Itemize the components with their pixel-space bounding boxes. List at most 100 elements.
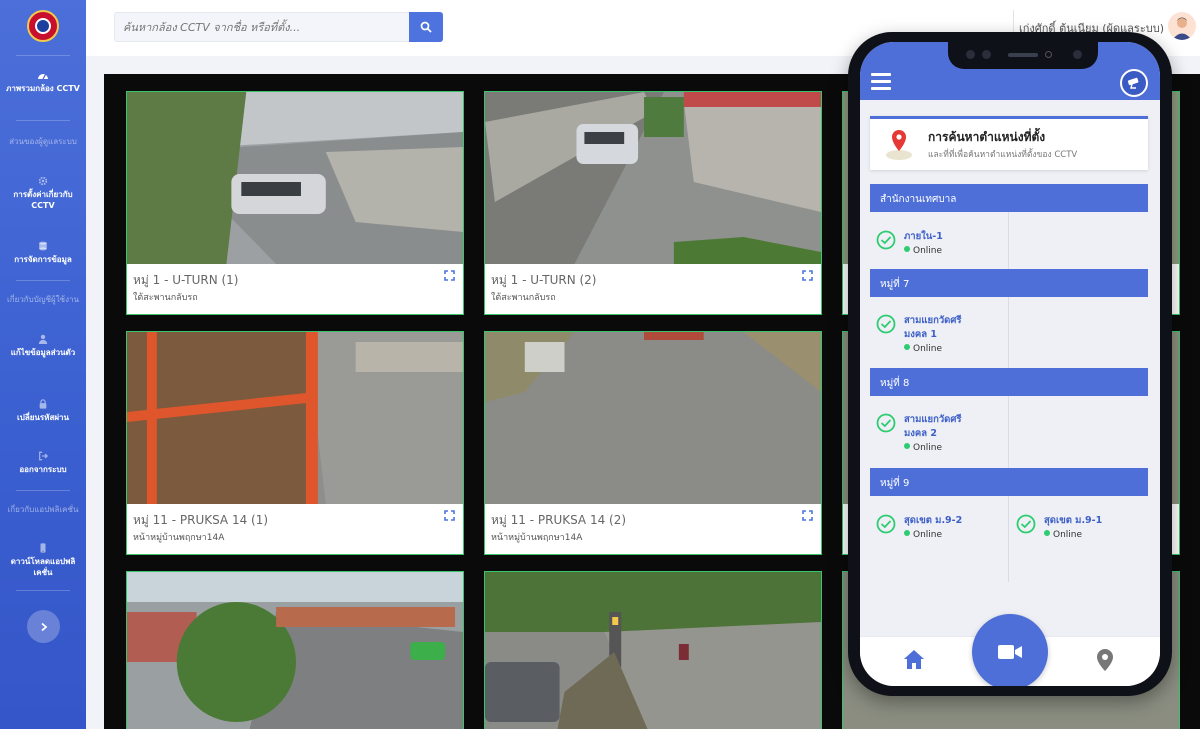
status-dot — [904, 344, 910, 350]
sidebar: ภาพรวมกล้อง CCTV ส่วนของผู้ดูแลระบบ การต… — [0, 0, 86, 729]
sidebar-item-label: การจัดการข้อมูล — [14, 255, 72, 264]
camera-feed-image[interactable] — [127, 92, 463, 264]
station-name: สามแยกวัดศรีมงคล 2 — [904, 414, 962, 439]
sign-out-icon — [39, 451, 48, 461]
municipality-logo[interactable] — [27, 10, 59, 42]
sidebar-item-label: เปลี่ยนรหัสผ่าน — [17, 413, 69, 422]
sidebar-divider — [16, 490, 70, 491]
station-status: Online — [1044, 530, 1082, 540]
sidebar-heading-label: เกี่ยวกับแอปพลิเคชั่น — [7, 505, 79, 514]
camera-title: หมู่ 11 - PRUKSA 14 (1) — [133, 513, 269, 527]
search-input[interactable] — [114, 12, 410, 42]
station-name: สุดเขต ม.9-2 — [904, 515, 963, 526]
station-status: Online — [904, 530, 942, 540]
check-circle-icon — [1016, 514, 1036, 534]
camera-feed-image[interactable] — [127, 572, 463, 729]
menu-icon[interactable] — [871, 73, 891, 90]
station-name: สามแยกวัดศรีมงคล 1 — [904, 315, 962, 340]
camera-feed-image[interactable] — [485, 92, 821, 264]
sidebar-heading-admin: ส่วนของผู้ดูแลระบบ — [4, 136, 82, 147]
section-header: หมู่ที่ 7 — [870, 269, 1148, 297]
map-pin-icon — [886, 130, 912, 160]
station-status: Online — [904, 246, 942, 256]
camera-title: หมู่ 11 - PRUKSA 14 (2) — [491, 513, 627, 527]
dashboard-icon — [38, 74, 48, 80]
map-marker-icon[interactable] — [1096, 648, 1114, 672]
sidebar-item-label: แก้ไขข้อมูลส่วนตัว — [10, 348, 76, 357]
camera-subtitle: ใต้สะพานกลับรถ — [133, 293, 198, 303]
sidebar-heading-label: ส่วนของผู้ดูแลระบบ — [9, 137, 77, 146]
sidebar-divider — [16, 120, 70, 121]
video-nav-button[interactable] — [972, 614, 1048, 686]
avatar-icon — [1172, 17, 1192, 40]
status-dot — [1044, 530, 1050, 536]
sidebar-heading-account: เกี่ยวกับบัญชีผู้ใช้งาน — [4, 294, 82, 305]
search-button[interactable] — [409, 12, 443, 42]
camera-card[interactable]: หมู่ 1 - U-TURN (2) ใต้สะพานกลับรถ — [484, 91, 822, 315]
sidebar-item-data-management[interactable]: การจัดการข้อมูล — [4, 241, 82, 265]
home-icon[interactable] — [902, 648, 926, 670]
expand-icon[interactable] — [444, 510, 455, 521]
check-circle-icon — [876, 314, 896, 334]
camera-title: หมู่ 1 - U-TURN (2) — [491, 273, 597, 287]
camera-subtitle: ใต้สะพานกลับรถ — [491, 293, 556, 303]
sidebar-toggle-button[interactable] — [27, 610, 60, 643]
user-icon — [38, 334, 48, 344]
check-circle-icon — [876, 413, 896, 433]
sidebar-item-download-app[interactable]: ดาวน์โหลดแอปพลิเคชั่น — [4, 543, 82, 578]
camera-card[interactable]: หมู่ 11 - PRUKSA 14 (1) หน้าหมู่บ้านพฤกษ… — [126, 331, 464, 555]
sidebar-divider — [16, 590, 70, 591]
location-card-subtitle: และที่ที่เพื่อค้นหาตำแหน่งที่ตั้งของ CCT… — [928, 150, 1078, 160]
expand-icon[interactable] — [802, 270, 813, 281]
location-search-card: การค้นหาตำแหน่งที่ตั้ง และที่ที่เพื่อค้น… — [870, 116, 1148, 170]
avatar[interactable] — [1168, 12, 1196, 40]
sidebar-item-cctv-settings[interactable]: การตั้งค่าเกี่ยวกับ CCTV — [4, 176, 82, 211]
station-status: Online — [904, 344, 942, 354]
camera-feed-image[interactable] — [485, 572, 821, 729]
database-icon — [39, 241, 47, 251]
camera-icon — [1127, 77, 1139, 89]
sidebar-divider — [16, 280, 70, 281]
cctv-icon[interactable] — [1120, 69, 1148, 97]
section-header: หมู่ที่ 8 — [870, 368, 1148, 396]
section-header: หมู่ที่ 9 — [870, 468, 1148, 496]
expand-icon[interactable] — [802, 510, 813, 521]
phone-notch — [948, 42, 1098, 69]
phone-mockup: การค้นหาตำแหน่งที่ตั้ง และที่ที่เพื่อค้น… — [848, 32, 1172, 696]
station-name: ภายใน-1 — [904, 231, 943, 242]
location-card-title: การค้นหาตำแหน่งที่ตั้ง — [928, 130, 1046, 144]
camera-card[interactable] — [484, 571, 822, 729]
sidebar-heading-label: เกี่ยวกับบัญชีผู้ใช้งาน — [7, 295, 79, 304]
camera-feed-image[interactable] — [127, 332, 463, 504]
camera-subtitle: หน้าหมู่บ้านพฤกษา14A — [491, 533, 583, 543]
station-status: Online — [904, 443, 942, 453]
status-dot — [904, 246, 910, 252]
sidebar-item-change-password[interactable]: เปลี่ยนรหัสผ่าน — [4, 399, 82, 423]
sidebar-item-edit-profile[interactable]: แก้ไขข้อมูลส่วนตัว — [4, 334, 82, 358]
check-circle-icon — [876, 514, 896, 534]
sidebar-divider — [16, 55, 70, 56]
phone-screen: การค้นหาตำแหน่งที่ตั้ง และที่ที่เพื่อค้น… — [860, 42, 1160, 686]
video-camera-icon — [998, 645, 1022, 659]
sidebar-item-cctv-overview[interactable]: ภาพรวมกล้อง CCTV — [4, 70, 82, 94]
camera-feed-image[interactable] — [485, 332, 821, 504]
sidebar-item-label: ออกจากระบบ — [19, 465, 67, 474]
chevron-right-icon — [40, 622, 47, 631]
sidebar-heading-app: เกี่ยวกับแอปพลิเคชั่น — [4, 504, 82, 515]
sidebar-item-logout[interactable]: ออกจากระบบ — [4, 451, 82, 475]
search-icon — [420, 21, 432, 33]
mobile-icon — [40, 543, 46, 553]
expand-icon[interactable] — [444, 270, 455, 281]
sidebar-item-label: ดาวน์โหลดแอปพลิเคชั่น — [10, 557, 76, 577]
status-dot — [904, 530, 910, 536]
sidebar-item-label: ภาพรวมกล้อง CCTV — [6, 84, 80, 93]
camera-subtitle: หน้าหมู่บ้านพฤกษา14A — [133, 533, 225, 543]
lock-icon — [39, 399, 47, 409]
sidebar-item-label: การตั้งค่าเกี่ยวกับ CCTV — [13, 190, 73, 210]
check-circle-icon — [876, 230, 896, 250]
camera-card[interactable] — [126, 571, 464, 729]
camera-card[interactable]: หมู่ 1 - U-TURN (1) ใต้สะพานกลับรถ — [126, 91, 464, 315]
camera-card[interactable]: หมู่ 11 - PRUKSA 14 (2) หน้าหมู่บ้านพฤกษ… — [484, 331, 822, 555]
section-header: สำนักงานเทศบาล — [870, 184, 1148, 212]
station-name: สุดเขต ม.9-1 — [1044, 515, 1103, 526]
